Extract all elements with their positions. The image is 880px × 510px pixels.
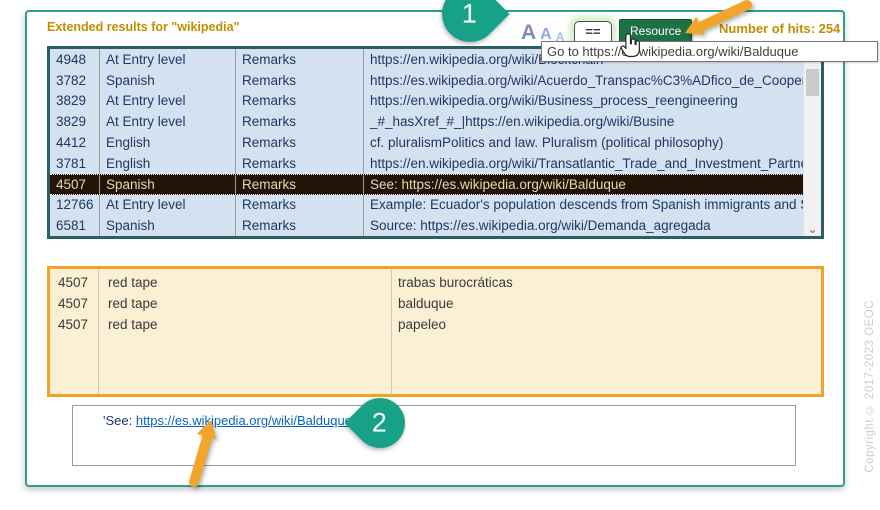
table-row[interactable]: 3829At Entry levelRemarks_#_hasXref_#_|h… bbox=[50, 111, 804, 132]
table-row[interactable]: 4412EnglishRemarkscf. pluralismPolitics … bbox=[50, 132, 804, 153]
cell-lang: At Entry level bbox=[100, 195, 236, 216]
cell-val: https://en.wikipedia.org/wiki/Transatlan… bbox=[364, 153, 804, 174]
cell-field: Remarks bbox=[236, 111, 364, 132]
table-row[interactable]: 3829At Entry levelRemarkshttps://en.wiki… bbox=[50, 91, 804, 112]
term-row[interactable]: 4507red tapetrabas burocráticas bbox=[50, 272, 821, 293]
cell-id: 4507 bbox=[50, 175, 100, 194]
cell-val: _#_hasXref_#_|https://en.wikipedia.org/w… bbox=[364, 111, 804, 132]
cell-field: Remarks bbox=[236, 70, 364, 91]
term-cell-src: red tape bbox=[98, 275, 391, 290]
cell-id: 4948 bbox=[50, 49, 100, 70]
cell-field: Remarks bbox=[236, 195, 364, 216]
term-rows: 4507red tapetrabas burocráticas4507red t… bbox=[50, 272, 821, 335]
term-cell-src: red tape bbox=[98, 317, 391, 332]
cell-field: Remarks bbox=[236, 132, 364, 153]
cell-field: Remarks bbox=[236, 215, 364, 236]
cell-field: Remarks bbox=[236, 153, 364, 174]
cell-id: 6581 bbox=[50, 215, 100, 236]
cell-lang: Spanish bbox=[100, 175, 236, 194]
term-cell-id: 4507 bbox=[50, 296, 98, 311]
cell-id: 3781 bbox=[50, 153, 100, 174]
cell-field: Remarks bbox=[236, 49, 364, 70]
term-cell-id: 4507 bbox=[50, 317, 98, 332]
cell-field: Remarks bbox=[236, 91, 364, 112]
cell-lang: English bbox=[100, 132, 236, 153]
table-row[interactable]: 3782SpanishRemarkshttps://es.wikipedia.o… bbox=[50, 70, 804, 91]
term-results-panel: 4507red tapetrabas burocráticas4507red t… bbox=[47, 266, 824, 397]
balduque-link[interactable]: https://es.wikipedia.org/wiki/Balduque' bbox=[136, 413, 355, 428]
hand-cursor-icon bbox=[617, 32, 642, 66]
results-rows: 4948At Entry levelRemarkshttps://en.wiki… bbox=[50, 49, 804, 236]
copyright-text: Copyright © 2017-2023 OEOC bbox=[864, 300, 876, 473]
callout-arrow-to-link bbox=[180, 410, 225, 488]
cell-val: cf. pluralismPolitics and law. Pluralism… bbox=[364, 132, 804, 153]
cell-lang: At Entry level bbox=[100, 49, 236, 70]
cell-lang: Spanish bbox=[100, 70, 236, 91]
scrollbar-thumb[interactable] bbox=[806, 69, 819, 96]
cell-lang: Spanish bbox=[100, 215, 236, 236]
main-panel: Extended results for "wikipedia" 1 A A A… bbox=[25, 10, 845, 487]
cell-field: Remarks bbox=[236, 175, 364, 194]
table-row[interactable]: 6581SpanishRemarksSource: https://es.wik… bbox=[50, 215, 804, 236]
cell-id: 4412 bbox=[50, 132, 100, 153]
term-cell-src: red tape bbox=[98, 296, 391, 311]
cell-lang: At Entry level bbox=[100, 91, 236, 112]
term-cell-tgt: trabas burocráticas bbox=[391, 275, 821, 290]
font-size-large-button[interactable]: A bbox=[521, 22, 536, 43]
cell-val: See: https://es.wikipedia.org/wiki/Baldu… bbox=[364, 175, 804, 194]
cell-val: https://en.wikipedia.org/wiki/Business_p… bbox=[364, 91, 804, 112]
results-table: 4948At Entry levelRemarkshttps://en.wiki… bbox=[47, 46, 824, 239]
page: { "panel": { "header": "Extended results… bbox=[0, 0, 880, 510]
term-row[interactable]: 4507red tapepapeleo bbox=[50, 314, 821, 335]
remark-prefix: 'See: bbox=[103, 413, 136, 428]
term-row[interactable]: 4507red tapebalduque bbox=[50, 293, 821, 314]
table-scrollbar[interactable]: ⌄ bbox=[803, 49, 821, 236]
term-cell-id: 4507 bbox=[50, 275, 98, 290]
cell-lang: English bbox=[100, 153, 236, 174]
term-cell-tgt: papeleo bbox=[391, 317, 821, 332]
callout-badge-1-label: 1 bbox=[462, 0, 477, 30]
cell-val: Example: Ecuador's population descends f… bbox=[364, 195, 804, 216]
scrollbar-down-arrow-icon[interactable]: ⌄ bbox=[804, 223, 821, 235]
callout-arrow-to-resource bbox=[665, 0, 760, 42]
table-row[interactable]: 12766At Entry levelRemarksExample: Ecuad… bbox=[50, 195, 804, 216]
table-row-selected[interactable]: 4507SpanishRemarksSee: https://es.wikipe… bbox=[50, 174, 804, 195]
table-row[interactable]: 3781EnglishRemarkshttps://en.wikipedia.o… bbox=[50, 153, 804, 174]
term-cell-tgt: balduque bbox=[391, 296, 821, 311]
cell-id: 12766 bbox=[50, 195, 100, 216]
font-size-controls: A A A bbox=[521, 22, 564, 43]
cell-val: Source: https://es.wikipedia.org/wiki/De… bbox=[364, 215, 804, 236]
resource-tooltip: Go to https://es.wikipedia.org/wiki/Bald… bbox=[541, 41, 878, 62]
cell-val: https://es.wikipedia.org/wiki/Acuerdo_Tr… bbox=[364, 70, 804, 91]
cell-id: 3782 bbox=[50, 70, 100, 91]
cell-id: 3829 bbox=[50, 111, 100, 132]
cell-id: 3829 bbox=[50, 91, 100, 112]
callout-badge-2-label: 2 bbox=[372, 408, 387, 439]
cell-lang: At Entry level bbox=[100, 111, 236, 132]
page-title: Extended results for "wikipedia" bbox=[47, 20, 239, 34]
